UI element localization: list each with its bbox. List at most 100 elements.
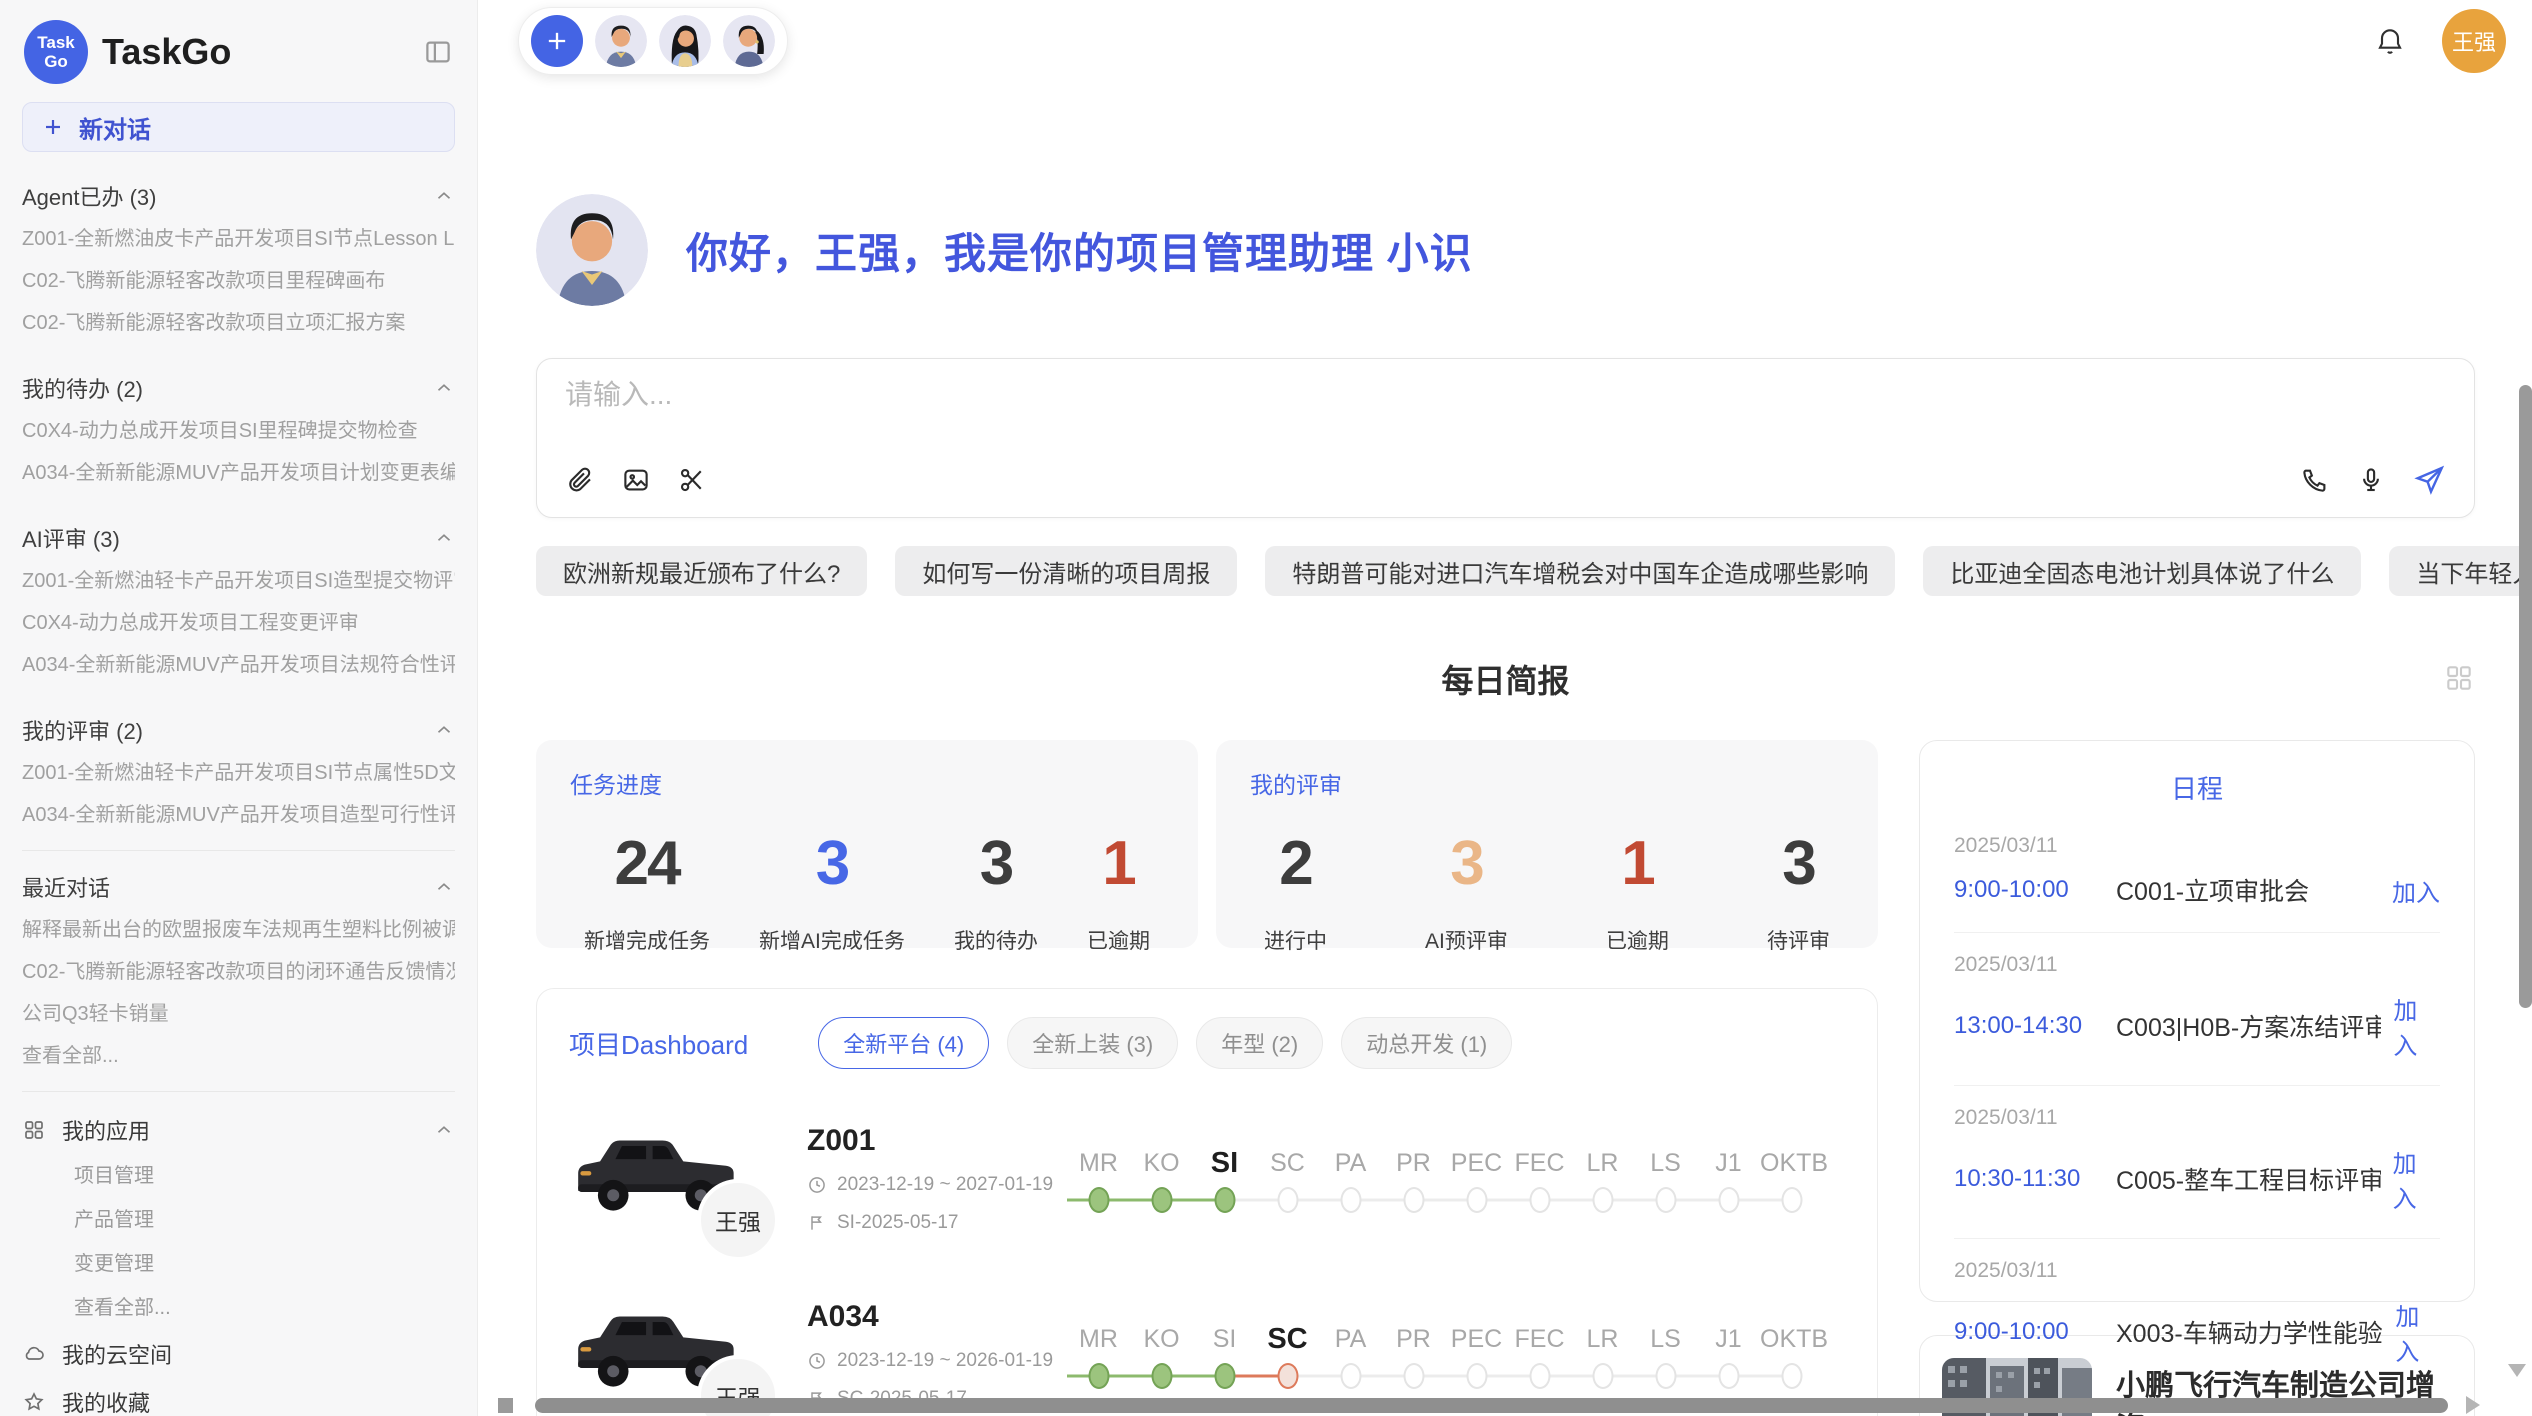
flag-icon	[807, 1213, 827, 1233]
avatar[interactable]	[595, 15, 647, 67]
milestone-sc: SC	[1256, 1143, 1319, 1215]
chevron-up-icon[interactable]	[433, 1119, 455, 1141]
sidebar-item[interactable]: C02-飞腾新能源轻客改款项目里程碑画布	[22, 260, 455, 302]
scroll-right-arrow[interactable]	[2466, 1396, 2480, 1414]
my-review-title: 我的评审	[1250, 766, 1844, 800]
suggestion-chip[interactable]: 特朗普可能对进口汽车增税会对中国车企造成哪些影响	[1265, 546, 1895, 596]
phone-call-icon[interactable]	[2300, 465, 2330, 495]
sidebar-item[interactable]: Z001-全新燃油轻卡产品开发项目SI造型提交物评审	[22, 560, 455, 602]
tab-new-upfit[interactable]: 全新上装 (3)	[1007, 1017, 1178, 1069]
stat-label: 我的待办	[954, 925, 1038, 955]
project-row-a034[interactable]: 王强 A034 2023-12-19 ~ 2026-01-19	[569, 1299, 1845, 1411]
horizontal-scrollbar-thumb[interactable]	[535, 1398, 2448, 1413]
milestone-fec: FEC	[1508, 1319, 1571, 1391]
sidebar-item-cloud-space[interactable]: 我的云空间	[22, 1330, 455, 1378]
tab-powertrain-dev[interactable]: 动总开发 (1)	[1341, 1017, 1512, 1069]
section-my-todo[interactable]: 我的待办 (2)	[22, 366, 455, 410]
recent-chat-item[interactable]: 公司Q3轻卡销量	[22, 993, 455, 1035]
event-name: C001-立项审批会	[2116, 872, 2380, 908]
tab-model-year[interactable]: 年型 (2)	[1196, 1017, 1323, 1069]
message-composer	[536, 358, 2475, 518]
sidebar-item[interactable]: C0X4-动力总成开发项目SI里程碑提交物检查	[22, 410, 455, 452]
send-icon[interactable]	[2412, 463, 2446, 497]
sidebar-item[interactable]: C0X4-动力总成开发项目工程变更评审	[22, 602, 455, 644]
milestone-dot	[1718, 1363, 1739, 1389]
attachment-icon[interactable]	[565, 465, 595, 495]
image-icon[interactable]	[621, 465, 651, 495]
sidebar-item[interactable]: A034-全新新能源MUV产品开发项目法规符合性评审	[22, 644, 455, 686]
scissors-icon[interactable]	[677, 465, 707, 495]
sidebar-item-my-apps[interactable]: 我的应用	[22, 1106, 455, 1154]
join-link[interactable]: 加入	[2392, 873, 2440, 908]
chevron-up-icon[interactable]	[433, 185, 455, 207]
section-ai-review[interactable]: AI评审 (3)	[22, 516, 455, 560]
join-link[interactable]: 加入	[2393, 991, 2440, 1061]
vertical-scrollbar-thumb[interactable]	[2519, 385, 2532, 1008]
sidebar-item-change-mgmt[interactable]: 变更管理	[22, 1242, 455, 1286]
recent-view-all[interactable]: 查看全部...	[22, 1035, 455, 1077]
add-agent-button[interactable]	[531, 15, 583, 67]
chevron-up-icon[interactable]	[433, 719, 455, 741]
milestone-rail: MR KO SI SC PA PR PEC FEC LR LS J1	[1067, 1319, 1845, 1391]
section-my-review[interactable]: 我的评审 (2)	[22, 708, 455, 752]
event-date: 2025/03/11	[1954, 953, 2440, 977]
stat-label: 新增AI完成任务	[759, 925, 905, 955]
milestone-oktb: OKTB	[1760, 1319, 1823, 1391]
recent-chat-item[interactable]: C02-飞腾新能源轻客改款项目的闭环通告反馈情况	[22, 951, 455, 993]
milestone-j1: J1	[1697, 1143, 1760, 1215]
top-bar: 王强	[478, 0, 2532, 72]
join-link[interactable]: 加入	[2393, 1144, 2440, 1214]
recent-chat-item[interactable]: 解释最新出台的欧盟报废车法规再生塑料比例被调至15%...	[22, 909, 455, 951]
chevron-up-icon[interactable]	[433, 527, 455, 549]
user-avatar[interactable]: 王强	[2442, 9, 2506, 73]
suggestion-chip[interactable]: 当下年轻人对汽车外观有怎样的喜好趋势	[2389, 546, 2532, 596]
milestone-dot	[1655, 1363, 1676, 1389]
join-link[interactable]: 加入	[2395, 1297, 2440, 1367]
avatar[interactable]	[723, 15, 775, 67]
sidebar-item-apps-view-all[interactable]: 查看全部...	[22, 1286, 455, 1330]
sidebar-item[interactable]: Z001-全新燃油皮卡产品开发项目SI节点Lesson Learn报告	[22, 218, 455, 260]
sidebar-collapse-icon[interactable]	[423, 37, 453, 67]
sidebar-item[interactable]: A034-全新新能源MUV产品开发项目造型可行性评审	[22, 794, 455, 836]
chevron-up-icon[interactable]	[433, 377, 455, 399]
dashboard-title: 项目Dashboard	[569, 1025, 748, 1062]
section-agent-done[interactable]: Agent已办 (3)	[22, 174, 455, 218]
message-input[interactable]	[565, 379, 2446, 411]
milestone-dot	[1529, 1187, 1550, 1213]
sidebar-item-product-mgmt[interactable]: 产品管理	[22, 1198, 455, 1242]
milestone-j1: J1	[1697, 1319, 1760, 1391]
stat-value: 24	[584, 828, 710, 899]
assistant-avatar	[536, 194, 648, 306]
sidebar-item[interactable]: A034-全新新能源MUV产品开发项目计划变更表编写	[22, 452, 455, 494]
suggestion-chip[interactable]: 欧洲新规最近颁布了什么?	[536, 546, 867, 596]
notification-bell-icon[interactable]	[2374, 25, 2406, 57]
scroll-down-arrow[interactable]	[2508, 1364, 2526, 1377]
suggestion-chip[interactable]: 比亚迪全固态电池计划具体说了什么	[1923, 546, 2361, 596]
sidebar-item[interactable]: C02-飞腾新能源轻客改款项目立项汇报方案	[22, 302, 455, 344]
milestone-dot	[1529, 1363, 1550, 1389]
event-time: 9:00-10:00	[1954, 876, 2116, 904]
sidebar-item[interactable]: Z001-全新燃油轻卡产品开发项目SI节点属性5D文件评审	[22, 752, 455, 794]
milestone-mr: MR	[1067, 1319, 1130, 1391]
section-recent-chats[interactable]: 最近对话	[22, 865, 455, 909]
milestone-ko: KO	[1130, 1143, 1193, 1215]
stat-in-progress: 2 进行中	[1264, 828, 1327, 955]
sidebar-item-favorites[interactable]: 我的收藏	[22, 1378, 455, 1416]
project-row-z001[interactable]: 王强 Z001 2023-12-19 ~ 2027-01-19	[569, 1123, 1845, 1235]
layout-grid-icon[interactable]	[2443, 662, 2475, 694]
stat-pending-review: 3 待评审	[1767, 828, 1830, 955]
star-icon	[22, 1390, 46, 1414]
chevron-up-icon[interactable]	[433, 876, 455, 898]
milestone-dot	[1277, 1363, 1298, 1389]
tab-new-platform[interactable]: 全新平台 (4)	[818, 1017, 989, 1069]
stat-ai-pre-review: 3 AI预评审	[1425, 828, 1508, 955]
new-chat-label: 新对话	[79, 110, 151, 145]
avatar[interactable]	[659, 15, 711, 67]
schedule-event: 2025/03/11 9:00-10:00 C001-立项审批会 加入	[1954, 814, 2440, 933]
sidebar-item-project-mgmt[interactable]: 项目管理	[22, 1154, 455, 1198]
project-info: A034 2023-12-19 ~ 2026-01-19 SC-2025-05-…	[807, 1300, 1059, 1410]
microphone-icon[interactable]	[2356, 465, 2386, 495]
stat-review-overdue: 1 已逾期	[1606, 828, 1669, 955]
suggestion-chip[interactable]: 如何写一份清晰的项目周报	[895, 546, 1237, 596]
new-chat-button[interactable]: 新对话	[22, 102, 455, 152]
